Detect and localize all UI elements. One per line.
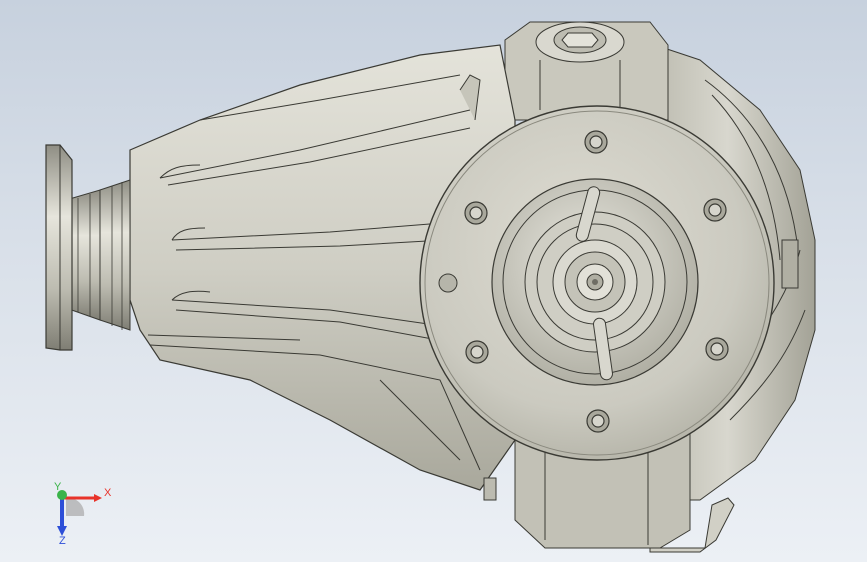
pinion-neck	[99, 179, 131, 331]
view-orientation-triad[interactable]: X Z Y	[44, 482, 116, 548]
input-flange	[45, 144, 73, 351]
y-axis-label: Y	[54, 482, 62, 493]
graphics-viewport[interactable]: X Z Y	[0, 0, 867, 562]
x-axis-label: X	[104, 487, 112, 499]
z-axis-label: Z	[59, 535, 66, 547]
differential-housing-model[interactable]	[0, 0, 867, 562]
